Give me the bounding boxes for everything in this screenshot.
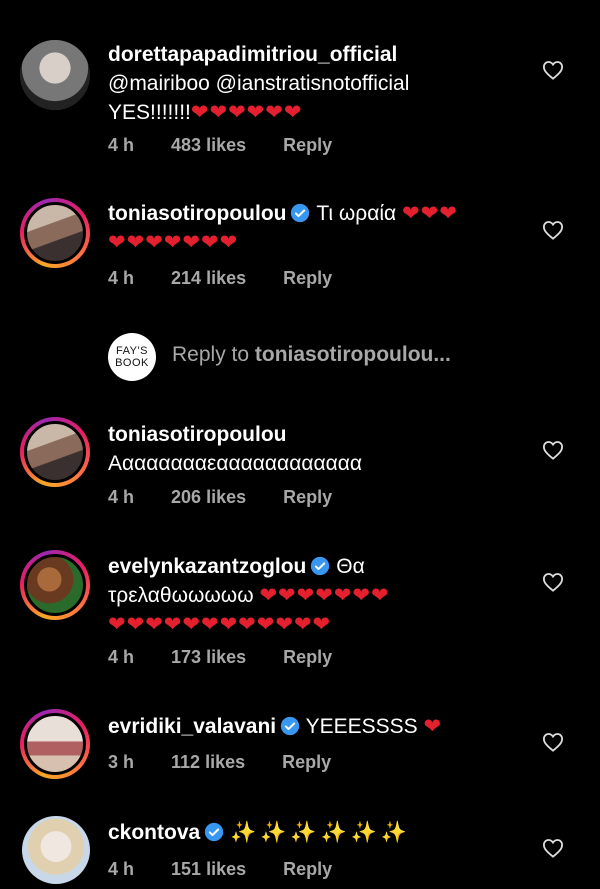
likes-count[interactable]: 214 likes [171,268,246,288]
comment-text: toniasotiropoulou Ααααααααεαααααααααααα [108,420,540,478]
reply-button[interactable]: Reply [283,487,332,507]
username-link[interactable]: toniasotiropoulou [108,423,286,446]
comment-line: Τι ωραία [316,202,397,225]
heart-emoji: ❤❤❤❤❤❤❤ [259,584,390,607]
avatar[interactable] [22,816,90,884]
timestamp: 3 h [108,752,135,772]
avatar[interactable] [20,550,90,620]
avatar[interactable] [20,709,90,779]
heart-emoji: ❤❤❤❤❤❤❤❤❤❤❤❤ [108,613,332,636]
reply-button[interactable]: Reply [283,135,332,155]
comment-text: toniasotiropoulou Τι ωραία ❤❤❤ ❤❤❤❤❤❤❤ [108,199,540,257]
heart-outline-icon[interactable] [542,440,564,460]
heart-outline-icon[interactable] [542,60,564,80]
timestamp: 4 h [108,859,135,879]
comment-meta: 3 h 112 likes Reply [108,752,363,773]
timestamp: 4 h [108,647,135,667]
avatar[interactable] [20,198,90,268]
avatar[interactable] [20,417,90,487]
heart-emoji: ❤❤❤❤❤❤ [190,101,303,124]
comment-meta: 4 h 151 likes Reply [108,859,364,880]
verified-badge-icon [311,556,330,576]
heart-emoji: ❤❤❤ [402,202,458,225]
avatar[interactable] [20,40,90,110]
username-link[interactable]: dorettapapadimitriou_official [108,43,397,66]
comment-meta: 4 h 483 likes Reply [108,135,364,156]
reply-button[interactable]: Reply [283,268,332,288]
comment-text: dorettapapadimitriou_official @mairiboo … [108,40,540,127]
current-user-avatar: FAY'S BOOK [108,333,156,381]
reply-button[interactable]: Reply [283,859,332,879]
timestamp: 4 h [108,135,135,155]
heart-outline-icon[interactable] [542,572,564,592]
likes-count[interactable]: 206 likes [171,487,246,507]
verified-badge-icon [291,203,310,223]
reply-button[interactable]: Reply [282,752,331,772]
comment-line: @mairiboo @ianstratisnotofficial [108,72,410,95]
likes-count[interactable]: 483 likes [171,135,246,155]
comment-text: evridiki_valavani YEEESSSS ❤ [108,712,540,741]
username-link[interactable]: ckontova [108,821,200,844]
heart-outline-icon[interactable] [542,220,564,240]
comment-line: Ααααααααεαααααααααααα [108,452,363,475]
comment-line: Θα [336,555,365,578]
heart-emoji: ❤❤❤❤❤❤❤ [108,231,239,254]
reply-input[interactable]: Reply to toniasotiropoulou... [172,343,451,367]
comment-line: YEEESSSS [305,715,418,738]
likes-count[interactable]: 112 likes [171,752,245,772]
sparkles-emoji: ✨✨✨✨✨✨ [230,821,411,844]
comment-meta: 4 h 206 likes Reply [108,487,364,508]
heart-emoji: ❤ [423,715,443,738]
comment-text: ckontova ✨✨✨✨✨✨ [108,818,540,847]
verified-badge-icon [280,716,300,736]
reply-target: toniasotiropoulou... [254,343,451,366]
timestamp: 4 h [108,268,135,288]
comment-text: evelynkazantzoglou Θα τρελαθωωωωω ❤❤❤❤❤❤… [108,552,540,639]
username-link[interactable]: evelynkazantzoglou [108,555,306,578]
timestamp: 4 h [108,487,135,507]
likes-count[interactable]: 173 likes [171,647,246,667]
comment-meta: 4 h 173 likes Reply [108,647,364,668]
heart-outline-icon[interactable] [542,838,564,858]
reply-button[interactable]: Reply [283,647,332,667]
reply-prefix: Reply to [172,343,255,366]
comment-line: YES!!!!!!! [108,101,191,124]
username-link[interactable]: toniasotiropoulou [108,202,286,225]
likes-count[interactable]: 151 likes [171,859,246,879]
verified-badge-icon [205,822,224,842]
heart-outline-icon[interactable] [542,732,564,752]
comment-meta: 4 h 214 likes Reply [108,268,364,289]
comment-line: τρελαθωωωωω [108,584,254,607]
username-link[interactable]: evridiki_valavani [108,715,276,738]
